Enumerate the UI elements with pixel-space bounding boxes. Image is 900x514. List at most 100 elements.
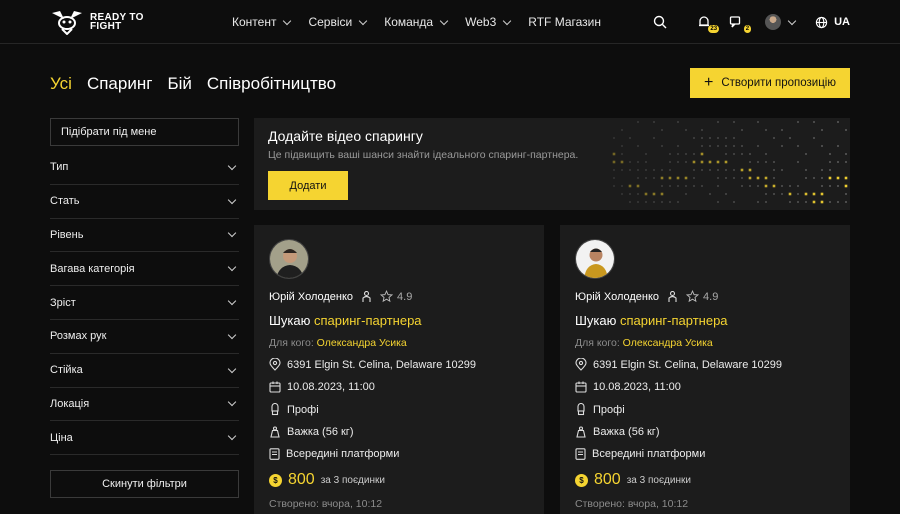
tab-fight[interactable]: Бій — [167, 74, 191, 94]
filter-height[interactable]: Зріст — [50, 286, 239, 320]
chevron-down-icon — [227, 398, 237, 407]
search-icon — [653, 15, 667, 29]
language-switcher[interactable]: UA — [815, 16, 850, 29]
logo[interactable]: READY TO FIGHT — [50, 9, 150, 35]
tab-all[interactable]: Усі — [50, 74, 72, 94]
reset-filters-button[interactable]: Скинути фільтри — [50, 470, 239, 499]
price-row: $ 800 за 3 поєдинки — [575, 471, 691, 489]
location-pin-icon — [575, 358, 587, 371]
nav-item-web3[interactable]: Web3 — [465, 15, 512, 29]
chevron-down-icon — [227, 296, 237, 306]
nav-item-team[interactable]: Команда — [384, 15, 449, 29]
target-name[interactable]: Олександра Усика — [317, 337, 407, 349]
profile-menu[interactable] — [765, 14, 797, 30]
level: Профі — [287, 403, 319, 416]
filter-label: Ціна — [50, 431, 73, 444]
top-header: READY TO FIGHT Контент Сервіси Команда W… — [0, 0, 900, 44]
price-value: 800 — [594, 471, 621, 488]
chevron-down-icon — [439, 16, 449, 25]
language-label: UA — [834, 16, 850, 28]
filter-reach[interactable]: Розмах рук — [50, 320, 239, 354]
offer-title-highlight: спаринг-партнера — [313, 313, 422, 328]
create-offer-button[interactable]: + Створити пропозицію — [690, 68, 850, 98]
notifications-button[interactable]: 23 — [695, 13, 720, 33]
globe-icon — [815, 16, 828, 28]
filter-type[interactable]: Тип — [50, 151, 239, 185]
datetime: 10.08.2023, 11:00 — [287, 381, 375, 393]
avatar[interactable] — [575, 239, 615, 279]
nav-label: Web3 — [465, 15, 497, 29]
filter-weight-category[interactable]: Вагава категорія — [50, 252, 239, 287]
tab-sparring[interactable]: Спаринг — [87, 74, 152, 94]
plus-icon: + — [704, 74, 714, 91]
match-for-me-button[interactable]: Підібрати під мене — [50, 118, 239, 146]
header-actions: 23 2 UA — [651, 0, 850, 44]
weight-row: Важка (56 кг) — [269, 426, 353, 438]
location-pin-icon — [269, 358, 281, 371]
avatar — [765, 14, 782, 30]
offer-title-highlight: спаринг-партнера — [619, 313, 728, 328]
filter-price[interactable]: Ціна — [50, 421, 239, 456]
filter-list: Тип Стать Рівень Вагава категорія Зріст … — [50, 151, 239, 456]
document-icon — [575, 448, 586, 460]
category-tabs: Усі Спаринг Бій Співробітництво — [50, 74, 336, 94]
chevron-down-icon — [227, 330, 237, 340]
filter-label: Тип — [50, 161, 69, 174]
offer-title[interactable]: Шукаю спаринг-партнера — [269, 313, 422, 328]
boxing-glove-icon — [271, 403, 279, 416]
nav-label: Сервіси — [308, 15, 353, 29]
nav-item-content[interactable]: Контент — [232, 15, 292, 29]
search-button[interactable] — [651, 13, 669, 31]
author-name[interactable]: Юрій Холоденко — [269, 291, 353, 303]
filter-stance[interactable]: Стійка — [50, 354, 239, 388]
filter-gender[interactable]: Стать — [50, 185, 239, 219]
fighter-icon — [668, 290, 677, 302]
main-nav: Контент Сервіси Команда Web3 RTF Магазин — [232, 0, 601, 44]
price-row: $ 800 за 3 поєдинки — [269, 471, 385, 489]
chevron-down-icon — [227, 161, 237, 171]
created-at: Створено: вчора, 10:12 — [575, 498, 689, 510]
chevron-down-icon — [227, 432, 237, 441]
banner-subtitle: Це підвищить ваші шанси знайти ідеальног… — [268, 149, 579, 161]
rating-value: 4.9 — [397, 290, 413, 303]
document-icon — [269, 448, 280, 460]
filter-sidebar: Підібрати під мене Тип Стать Рівень Вага… — [50, 118, 239, 499]
fighter-icon — [362, 290, 371, 302]
nav-label: Команда — [384, 15, 434, 29]
author-name[interactable]: Юрій Холоденко — [575, 291, 659, 303]
avatar[interactable] — [269, 239, 309, 279]
tab-collaboration[interactable]: Співробітництво — [207, 74, 336, 94]
platform: Всередині платформи — [592, 448, 706, 460]
rating: 4.9 — [686, 290, 718, 303]
target-row: Для кого: Олександра Усика — [575, 337, 713, 349]
platform-row: Всередині платформи — [575, 448, 705, 460]
messages-button[interactable]: 2 — [727, 13, 752, 33]
level-row: Профі — [269, 403, 319, 416]
filter-label: Стійка — [50, 364, 83, 377]
offer-title[interactable]: Шукаю спаринг-партнера — [575, 313, 728, 328]
filter-location[interactable]: Локація — [50, 388, 239, 422]
datetime-row: 10.08.2023, 11:00 — [269, 381, 375, 393]
target-name[interactable]: Олександра Усика — [623, 337, 713, 349]
rating-value: 4.9 — [703, 290, 719, 303]
filter-label: Розмах рук — [50, 330, 107, 343]
calendar-icon — [575, 381, 587, 393]
chevron-down-icon — [283, 16, 292, 25]
logo-text: READY TO FIGHT — [90, 12, 144, 32]
offer-card[interactable]: Юрій Холоденко 4.9 Шукаю спаринг-партнер… — [560, 225, 850, 514]
add-video-button[interactable]: Додати — [268, 171, 348, 200]
calendar-icon — [269, 381, 281, 393]
nav-label: RTF Магазин — [528, 15, 601, 29]
chevron-down-icon — [227, 195, 237, 204]
filter-label: Рівень — [50, 228, 84, 241]
offer-title-prefix: Шукаю — [575, 313, 620, 328]
nav-item-services[interactable]: Сервіси — [308, 15, 368, 29]
offer-card[interactable]: Юрій Холоденко 4.9 Шукаю спаринг-партнер… — [254, 225, 544, 514]
nav-item-shop[interactable]: RTF Магазин — [528, 15, 601, 29]
weight-icon — [576, 426, 586, 438]
filter-label: Локація — [50, 397, 90, 410]
coin-icon: $ — [269, 473, 282, 487]
filter-level[interactable]: Рівень — [50, 219, 239, 253]
target-label: Для кого: — [575, 337, 623, 349]
wasp-logo-icon — [52, 11, 82, 35]
